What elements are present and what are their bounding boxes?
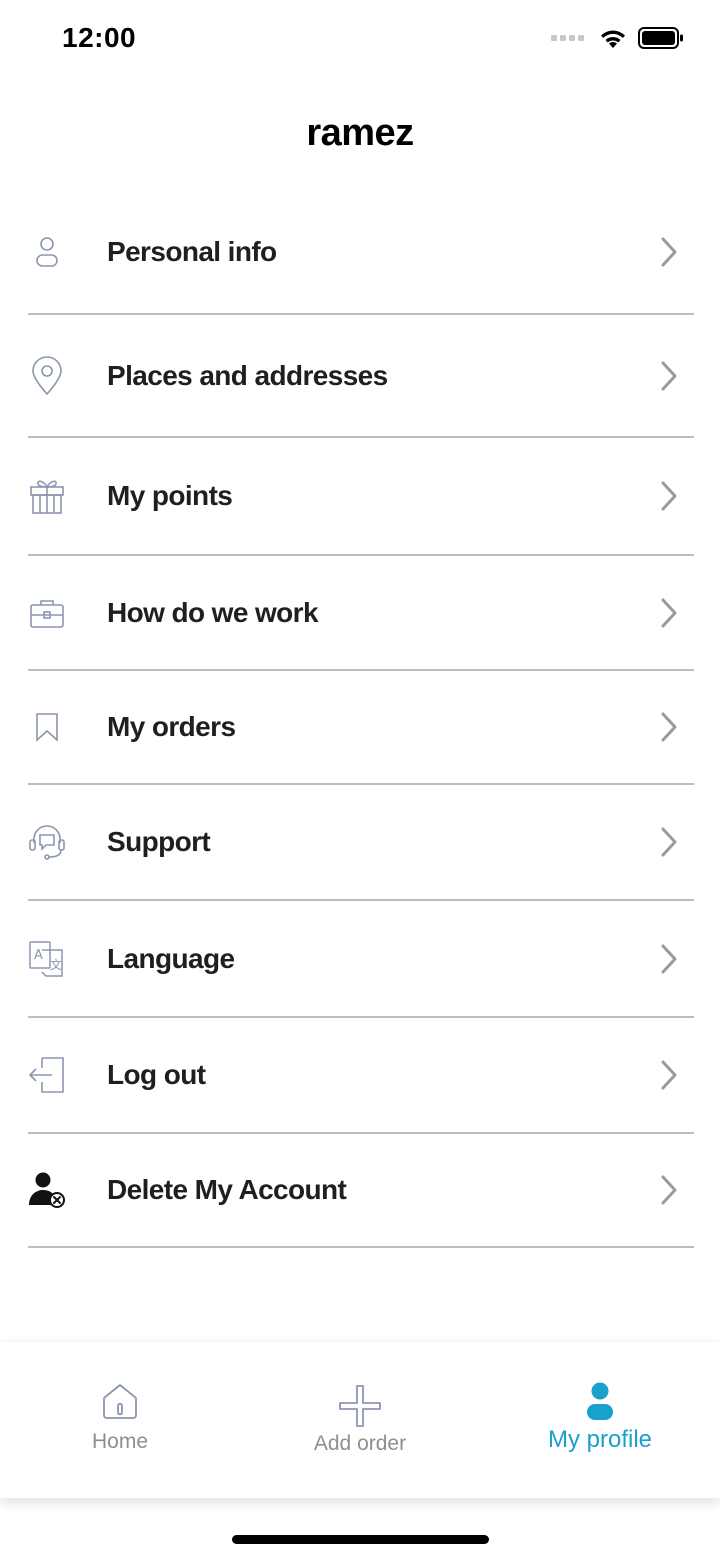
tab-label: Add order (313, 1432, 407, 1455)
status-bar: 12:00 (0, 0, 720, 80)
menu-item-places-and-addresses[interactable]: Places and addresses (28, 315, 694, 438)
status-time: 12:00 (62, 22, 137, 53)
profile-screen: 12:00 ramez Personal info Places and add… (0, 0, 720, 1558)
profile-icon (587, 1382, 613, 1420)
menu-item-delete-my-account[interactable]: Delete My Account (28, 1134, 694, 1248)
chevron-right-icon (661, 1060, 677, 1090)
menu-item-label: My points (107, 480, 233, 511)
chevron-right-icon (661, 481, 677, 511)
chevron-right-icon (661, 827, 677, 857)
svg-text:文: 文 (50, 957, 62, 972)
chevron-right-icon (661, 712, 677, 742)
menu-item-label: Log out (107, 1059, 206, 1090)
menu-item-log-out[interactable]: Log out (28, 1018, 694, 1134)
cellular-signal-icon (551, 35, 584, 41)
gift-icon (28, 477, 66, 515)
page-title: ramez (306, 112, 414, 154)
chevron-right-icon (661, 944, 677, 973)
bottom-tab-bar: Home Add order My profile (0, 1342, 720, 1498)
menu-item-label: How do we work (107, 596, 319, 628)
menu-item-label: Personal info (107, 235, 277, 267)
headset-chat-icon (28, 823, 66, 861)
home-indicator (232, 1535, 489, 1544)
logout-icon (28, 1056, 66, 1094)
menu-item-label: Support (107, 826, 211, 857)
menu-item-my-points[interactable]: My points (28, 438, 694, 556)
battery-icon (638, 27, 683, 49)
menu-item-my-orders[interactable]: My orders (28, 671, 694, 785)
menu-item-language[interactable]: A 文 Language (28, 901, 694, 1018)
menu-item-support[interactable]: Support (28, 785, 694, 901)
bookmark-icon (28, 708, 66, 746)
wifi-icon (601, 30, 625, 48)
home-icon (103, 1384, 137, 1419)
translate-icon: A 文 (28, 940, 66, 978)
delete-user-icon (28, 1171, 66, 1209)
svg-text:A: A (34, 948, 43, 963)
chevron-right-icon (661, 361, 677, 390)
location-pin-icon (28, 355, 66, 395)
plus-icon (339, 1385, 381, 1427)
briefcase-icon (28, 594, 66, 632)
tab-label: My profile (547, 1426, 653, 1453)
menu-item-label: Places and addresses (107, 359, 388, 391)
chevron-right-icon (661, 1175, 677, 1205)
chevron-right-icon (661, 598, 677, 627)
menu-item-label: Delete My Account (107, 1174, 347, 1205)
status-icons (551, 26, 684, 50)
menu-item-label: Language (107, 942, 235, 974)
profile-menu: Personal info Places and addresses My po… (28, 190, 694, 1248)
menu-item-personal-info[interactable]: Personal info (28, 190, 694, 315)
menu-item-how-do-we-work[interactable]: How do we work (28, 556, 694, 671)
person-icon (28, 233, 66, 271)
menu-item-label: My orders (107, 711, 236, 742)
tab-home[interactable]: Home (0, 1342, 240, 1498)
tab-my-profile[interactable]: My profile (480, 1342, 720, 1498)
tab-add-order[interactable]: Add order (240, 1342, 480, 1498)
tab-label: Home (91, 1430, 149, 1453)
chevron-right-icon (661, 237, 677, 266)
